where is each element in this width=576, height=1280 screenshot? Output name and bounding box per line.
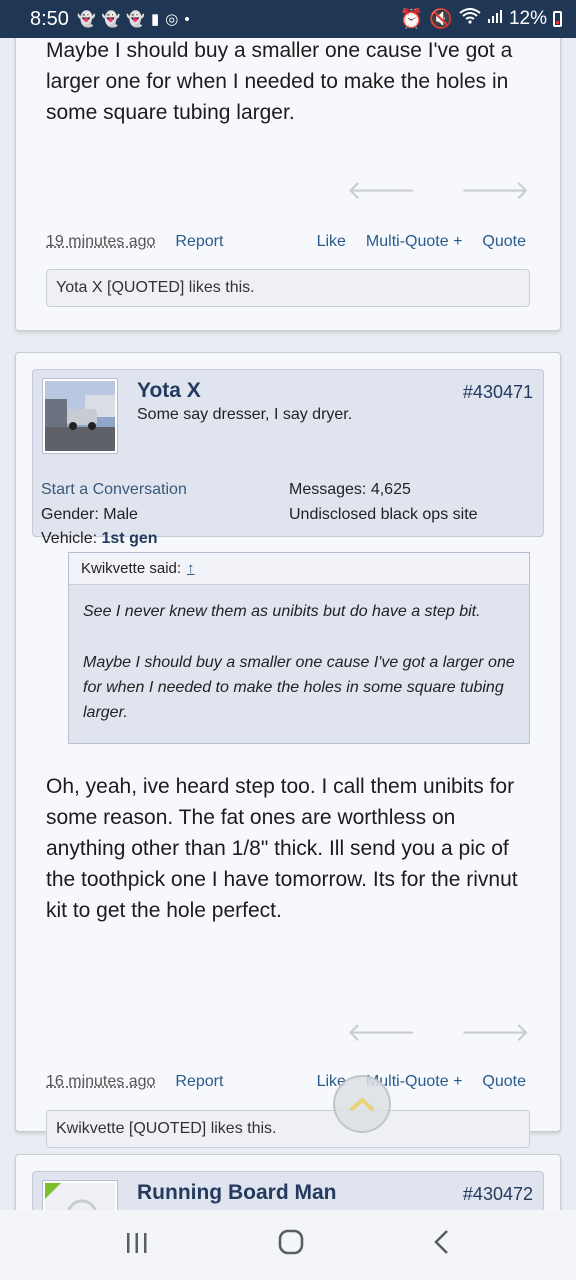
avatar[interactable] [43,1181,117,1210]
battery-percent: 12% [508,8,547,29]
post-number[interactable]: #430472 [463,1184,533,1205]
home-icon[interactable] [278,1229,304,1262]
post-number[interactable]: #430471 [463,382,533,403]
quote-content: See I never knew them as unibits but do … [69,585,529,725]
post-timestamp[interactable]: 16 minutes ago [46,1073,155,1091]
gender-field: Gender: Male [41,506,138,524]
start-conversation-link[interactable]: Start a Conversation [41,481,187,499]
vehicle-label: Vehicle: [41,530,98,547]
post-card: Maybe I should buy a smaller one cause I… [15,38,561,331]
thread-content: Maybe I should buy a smaller one cause I… [0,38,576,1210]
username[interactable]: Running Board Man [137,1181,336,1205]
snapchat-icon: 👻 [126,11,145,28]
user-info-box: Yota X Some say dresser, I say dryer. #4… [32,369,544,547]
recent-apps-icon[interactable] [125,1229,149,1261]
post-nav-arrows: 🡐 🡒 [347,1017,530,1048]
arrow-right-icon[interactable]: 🡒 [460,175,530,206]
instagram-icon: ◎ [165,11,179,28]
vehicle-value[interactable]: 1st gen [102,530,158,547]
avatar[interactable] [43,379,117,453]
alarm-icon: ⏰ [399,9,424,30]
post-actions: 16 minutes ago Report Like Multi-Quote +… [46,1073,526,1091]
snapchat-icon: 👻 [101,11,121,28]
post-timestamp[interactable]: 19 minutes ago [46,233,155,251]
report-link[interactable]: Report [175,1073,223,1091]
post-card: Running Board Man #430472 [15,1154,561,1210]
user-location: Undisclosed black ops site [289,506,478,523]
chevron-up-icon [350,1097,374,1111]
status-right: ⏰ 🔇 12% [400,7,562,31]
likes-summary: Kwikvette [QUOTED] likes this. [46,1110,530,1148]
messages-field: Messages: 4,625 [289,481,411,499]
post-body: Maybe I should buy a smaller one cause I… [46,39,513,124]
scroll-to-top-button[interactable] [333,1075,391,1133]
messages-label: Messages: [289,481,367,498]
username[interactable]: Yota X [137,379,201,403]
notification-icons: 👻 👻 👻 ▮ ◎ • [76,10,190,29]
back-icon[interactable] [433,1229,451,1262]
report-link[interactable]: Report [175,233,223,251]
quote-link[interactable]: Quote [482,1073,526,1091]
quote-jump-link[interactable]: ↑ [187,560,195,577]
signal-icon [487,8,503,30]
vehicle-field: Vehicle: 1st gen [41,530,158,548]
user-info-box: Running Board Man #430472 [32,1171,544,1210]
alert-icon: ▮ [151,11,160,28]
status-bar: 8:50 👻 👻 👻 ▮ ◎ • ⏰ 🔇 12% [0,0,576,38]
post-card: Yota X Some say dresser, I say dryer. #4… [15,352,561,1148]
arrow-left-icon[interactable]: 🡐 [347,175,417,206]
quote-header: Kwikvette said: ↑ [69,553,529,585]
post-actions: 19 minutes ago Report Like Multi-Quote +… [46,233,526,251]
snapchat-icon: 👻 [76,11,96,28]
system-navigation-bar [0,1210,576,1280]
post-body: Oh, yeah, ive heard step too. I call the… [46,775,518,922]
dot-icon: • [184,10,190,28]
arrow-left-icon[interactable]: 🡐 [347,1017,417,1048]
multiquote-link[interactable]: Multi-Quote + [366,233,462,251]
gender-value: Male [103,506,138,523]
like-link[interactable]: Like [317,233,346,251]
arrow-right-icon[interactable]: 🡒 [460,1017,530,1048]
quote-paragraph: See I never knew them as unibits but do … [83,603,481,620]
likes-summary: Yota X [QUOTED] likes this. [46,269,530,307]
messages-value: 4,625 [370,481,411,498]
wifi-icon [459,8,481,30]
user-title: Some say dresser, I say dryer. [137,406,353,423]
mute-icon: 🔇 [429,9,453,30]
gender-label: Gender: [41,506,99,523]
status-time: 8:50 [30,7,69,30]
quote-author: Kwikvette said: [81,560,182,577]
quote-paragraph: Maybe I should buy a smaller one cause I… [83,654,515,721]
quote-block: Kwikvette said: ↑ See I never knew them … [68,552,530,744]
post-nav-arrows: 🡐 🡒 [347,175,530,206]
quote-link[interactable]: Quote [482,233,526,251]
battery-icon [553,11,562,27]
